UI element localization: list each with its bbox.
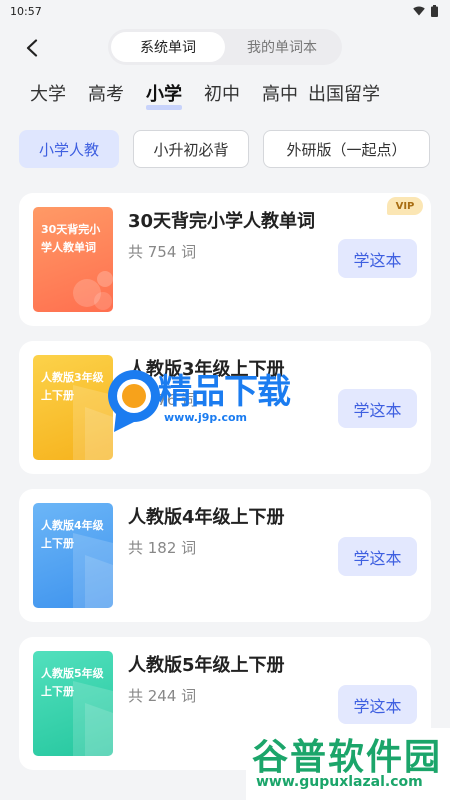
- study-this-button[interactable]: 学这本: [338, 537, 417, 576]
- wifi-icon: [413, 6, 425, 16]
- cover-title: 人教版3年级上下册: [41, 371, 104, 402]
- level-tabs: 大学 高考 小学 初中 高中 出国留学: [30, 80, 380, 114]
- word-count: 共 754 词: [128, 243, 197, 261]
- status-icons: [413, 5, 438, 17]
- watermark-url: www.gupuxlazal.com: [256, 774, 423, 790]
- book-cover: 人教版4年级上下册: [33, 503, 113, 608]
- cover-title: 30天背完小学人教单词: [41, 223, 101, 254]
- level-tab-gaokao[interactable]: 高考: [88, 80, 124, 114]
- tab-my-wordbook[interactable]: 我的单词本: [225, 32, 339, 62]
- source-tabs: 系统单词 我的单词本: [108, 29, 342, 65]
- study-this-button[interactable]: 学这本: [338, 239, 417, 278]
- book-card[interactable]: 人教版4年级上下册 人教版4年级上下册 共 182 词 学这本: [19, 489, 431, 622]
- study-this-button[interactable]: 学这本: [338, 685, 417, 724]
- book-title: 人教版4年级上下册: [128, 507, 285, 528]
- level-tab-university[interactable]: 大学: [30, 80, 66, 114]
- book-cover: 30天背完小学人教单词: [33, 207, 113, 312]
- watermark-title: 谷普软件园: [252, 737, 443, 778]
- top-bar: 系统单词 我的单词本: [0, 28, 450, 68]
- edition-filters: 小学人教 小升初必背 外研版（一起点）: [19, 130, 430, 168]
- watermark-gupu: 谷普软件园 www.gupuxlazal.com: [246, 728, 450, 800]
- battery-icon: [431, 5, 438, 17]
- edition-fltrp[interactable]: 外研版（一起点）: [263, 130, 430, 168]
- status-time: 10:57: [10, 4, 42, 18]
- cover-title: 人教版5年级上下册: [41, 667, 104, 698]
- watermark-title: 精品下载: [158, 372, 291, 412]
- tab-system-words[interactable]: 系统单词: [111, 32, 225, 62]
- back-button[interactable]: [18, 34, 46, 62]
- level-tab-junior-high[interactable]: 初中: [204, 80, 240, 114]
- status-bar: 10:57: [0, 0, 450, 22]
- word-count: 共 244 词: [128, 687, 197, 705]
- cover-title: 人教版4年级上下册: [41, 519, 104, 550]
- level-tab-study-abroad[interactable]: 出国留学: [308, 80, 380, 114]
- word-count: 共 182 词: [128, 539, 197, 557]
- book-title: 30天背完小学人教单词: [128, 211, 316, 232]
- level-tab-primary[interactable]: 小学: [146, 80, 182, 114]
- watermark-j9p: 精品下载 www.j9p.com: [100, 356, 350, 436]
- book-title: 人教版5年级上下册: [128, 655, 285, 676]
- back-arrow-icon: [26, 39, 38, 57]
- edition-primary-to-junior[interactable]: 小升初必背: [133, 130, 249, 168]
- vip-badge: VIP: [387, 197, 423, 215]
- edition-pep-primary[interactable]: 小学人教: [19, 130, 119, 168]
- watermark-url: www.j9p.com: [164, 411, 247, 424]
- book-cover: 人教版5年级上下册: [33, 651, 113, 756]
- book-card[interactable]: 30天背完小学人教单词 30天背完小学人教单词 共 754 词 VIP 学这本: [19, 193, 431, 326]
- level-tab-senior-high[interactable]: 高中: [262, 80, 298, 114]
- j9p-logo-icon: [108, 370, 160, 432]
